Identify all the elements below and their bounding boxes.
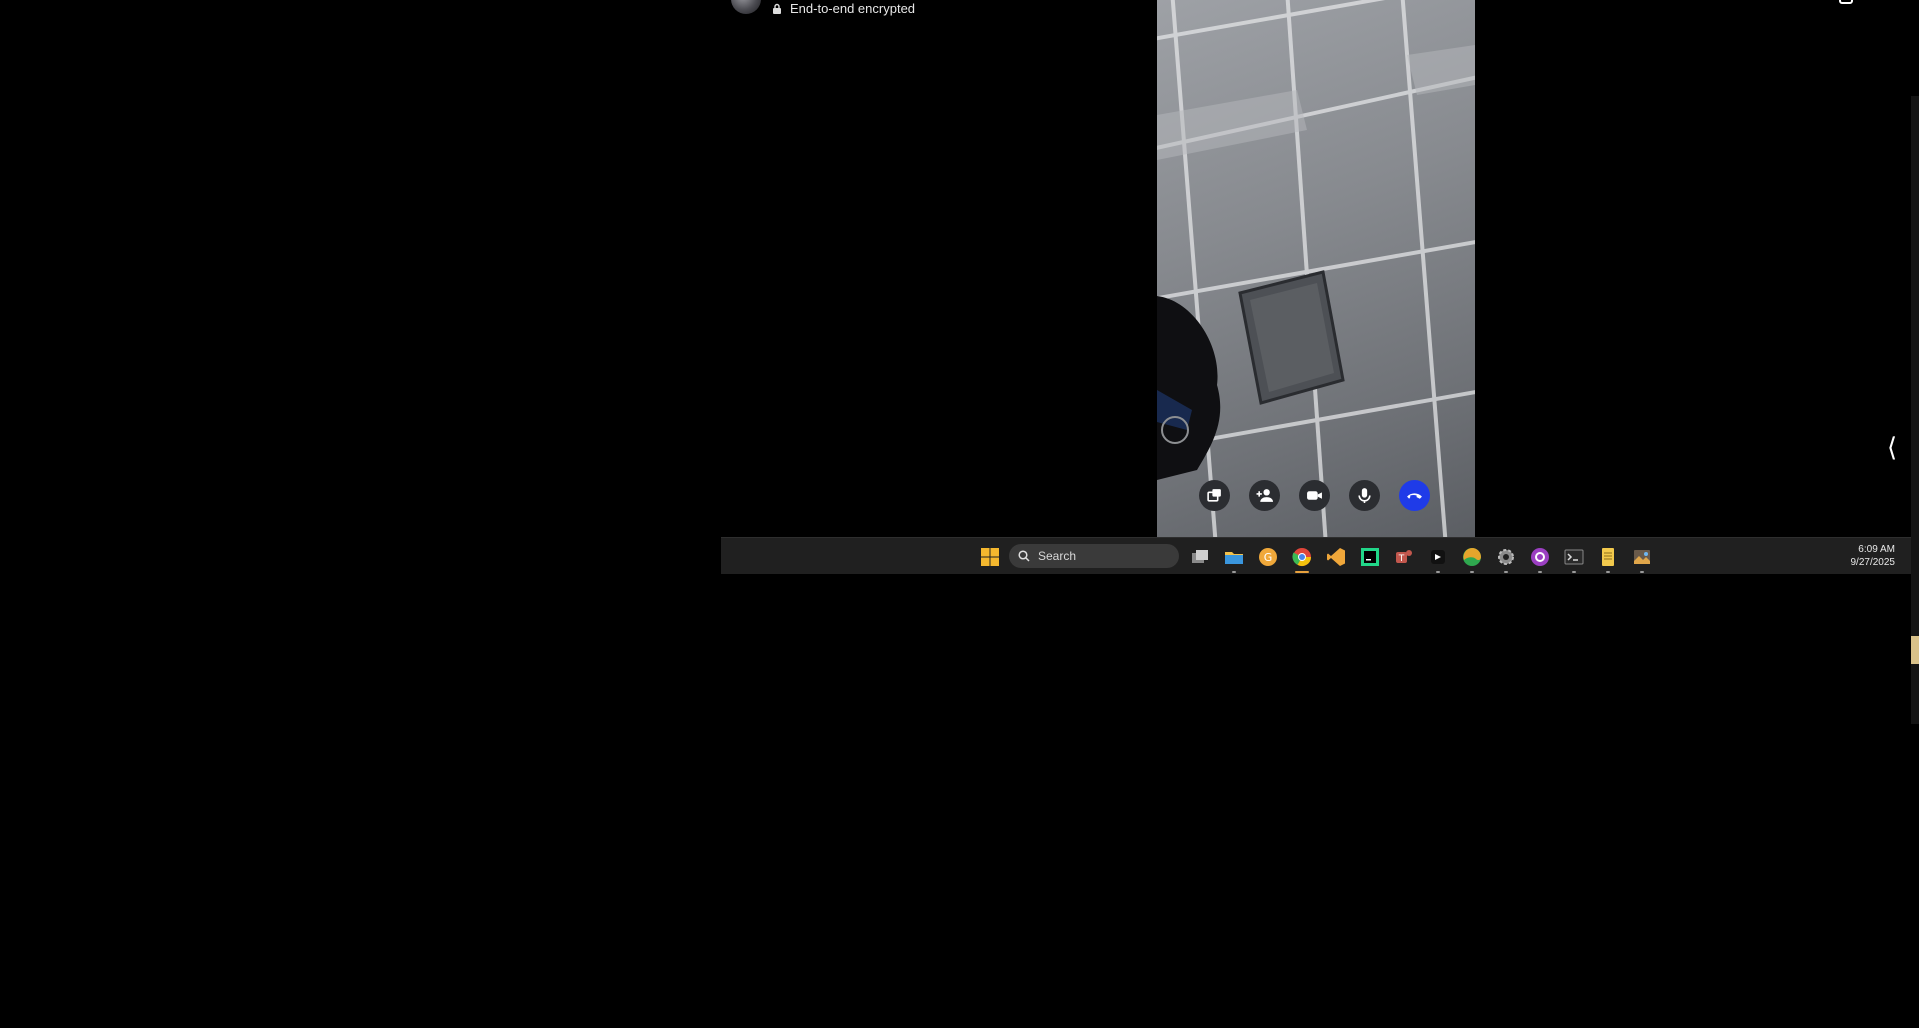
chrome-button[interactable] <box>1291 546 1313 573</box>
pycharm-icon <box>1361 548 1379 566</box>
active-indicator <box>1295 571 1309 573</box>
app-g-icon: G <box>1259 548 1277 566</box>
chrome-icon <box>1292 548 1311 567</box>
teams-button[interactable]: T <box>1393 546 1415 568</box>
ceiling-video-image <box>1157 0 1475 537</box>
running-indicator <box>1572 571 1576 573</box>
file-explorer-button[interactable] <box>1223 546 1245 573</box>
notepad-icon <box>1602 548 1614 566</box>
scrollbar[interactable] <box>1911 96 1919 724</box>
side-panel-toggle[interactable]: ⟨ <box>1887 433 1897 463</box>
svg-text:T: T <box>1398 554 1405 564</box>
end-call-icon <box>1407 493 1422 499</box>
video-feed <box>1157 0 1475 537</box>
running-indicator <box>1606 571 1610 573</box>
add-person-icon <box>1256 489 1273 502</box>
app-g-button[interactable]: G <box>1257 546 1279 568</box>
settings-icon <box>1498 549 1514 565</box>
photos-icon <box>1634 550 1650 564</box>
edge-button[interactable] <box>1461 546 1483 573</box>
system-clock[interactable]: 6:09 AM 9/27/2025 <box>1851 543 1896 569</box>
taskbar-search[interactable]: Search <box>1009 544 1179 568</box>
github-desktop-icon <box>1531 548 1549 566</box>
camera-button[interactable] <box>1299 480 1330 511</box>
add-person-button[interactable] <box>1249 480 1280 511</box>
dark-app-button[interactable] <box>1427 546 1449 573</box>
taskbar: Search G T 6:09 AM 9/27/2025 <box>721 537 1911 574</box>
camera-icon <box>1307 491 1322 500</box>
clock-date: 9/27/2025 <box>1850 557 1896 568</box>
task-view-button[interactable] <box>1189 546 1211 568</box>
svg-text:G: G <box>1264 551 1273 564</box>
task-view-icon <box>1192 550 1208 563</box>
running-indicator <box>1538 571 1542 573</box>
share-screen-icon <box>1207 489 1221 502</box>
pycharm-button[interactable] <box>1359 546 1381 568</box>
lock-icon <box>773 3 781 14</box>
start-button[interactable] <box>979 546 1001 568</box>
caller-avatar[interactable] <box>731 0 761 14</box>
edge-icon <box>1463 548 1481 566</box>
microphone-button[interactable] <box>1349 480 1380 511</box>
search-label: Search <box>1038 549 1077 563</box>
encryption-status: End-to-end encrypted <box>772 1 915 16</box>
running-indicator <box>1470 571 1474 573</box>
photos-button[interactable] <box>1631 546 1653 573</box>
running-indicator <box>1504 571 1508 573</box>
vscode-button[interactable] <box>1325 546 1347 568</box>
encryption-label: End-to-end encrypted <box>790 1 916 16</box>
file-explorer-icon <box>1225 552 1243 564</box>
search-icon <box>1018 550 1030 562</box>
microphone-icon <box>1358 488 1371 503</box>
vscode-icon <box>1327 548 1345 566</box>
running-indicator <box>1640 571 1644 573</box>
running-indicator <box>1436 571 1440 573</box>
call-controls <box>1199 480 1430 511</box>
settings-button[interactable] <box>1495 546 1517 573</box>
notepad-button[interactable] <box>1597 546 1619 573</box>
dark-app-icon <box>1431 550 1445 564</box>
terminal-icon <box>1564 549 1584 565</box>
running-indicator <box>1232 571 1236 573</box>
window-icon[interactable] <box>1839 0 1853 4</box>
share-screen-button[interactable] <box>1199 480 1230 511</box>
clock-time: 6:09 AM <box>1858 544 1895 555</box>
github-desktop-button[interactable] <box>1529 546 1551 573</box>
teams-icon: T <box>1396 550 1412 564</box>
start-icon <box>981 548 999 566</box>
end-call-button[interactable] <box>1399 480 1430 511</box>
scrollbar-thumb[interactable] <box>1911 636 1919 664</box>
terminal-button[interactable] <box>1563 546 1585 573</box>
